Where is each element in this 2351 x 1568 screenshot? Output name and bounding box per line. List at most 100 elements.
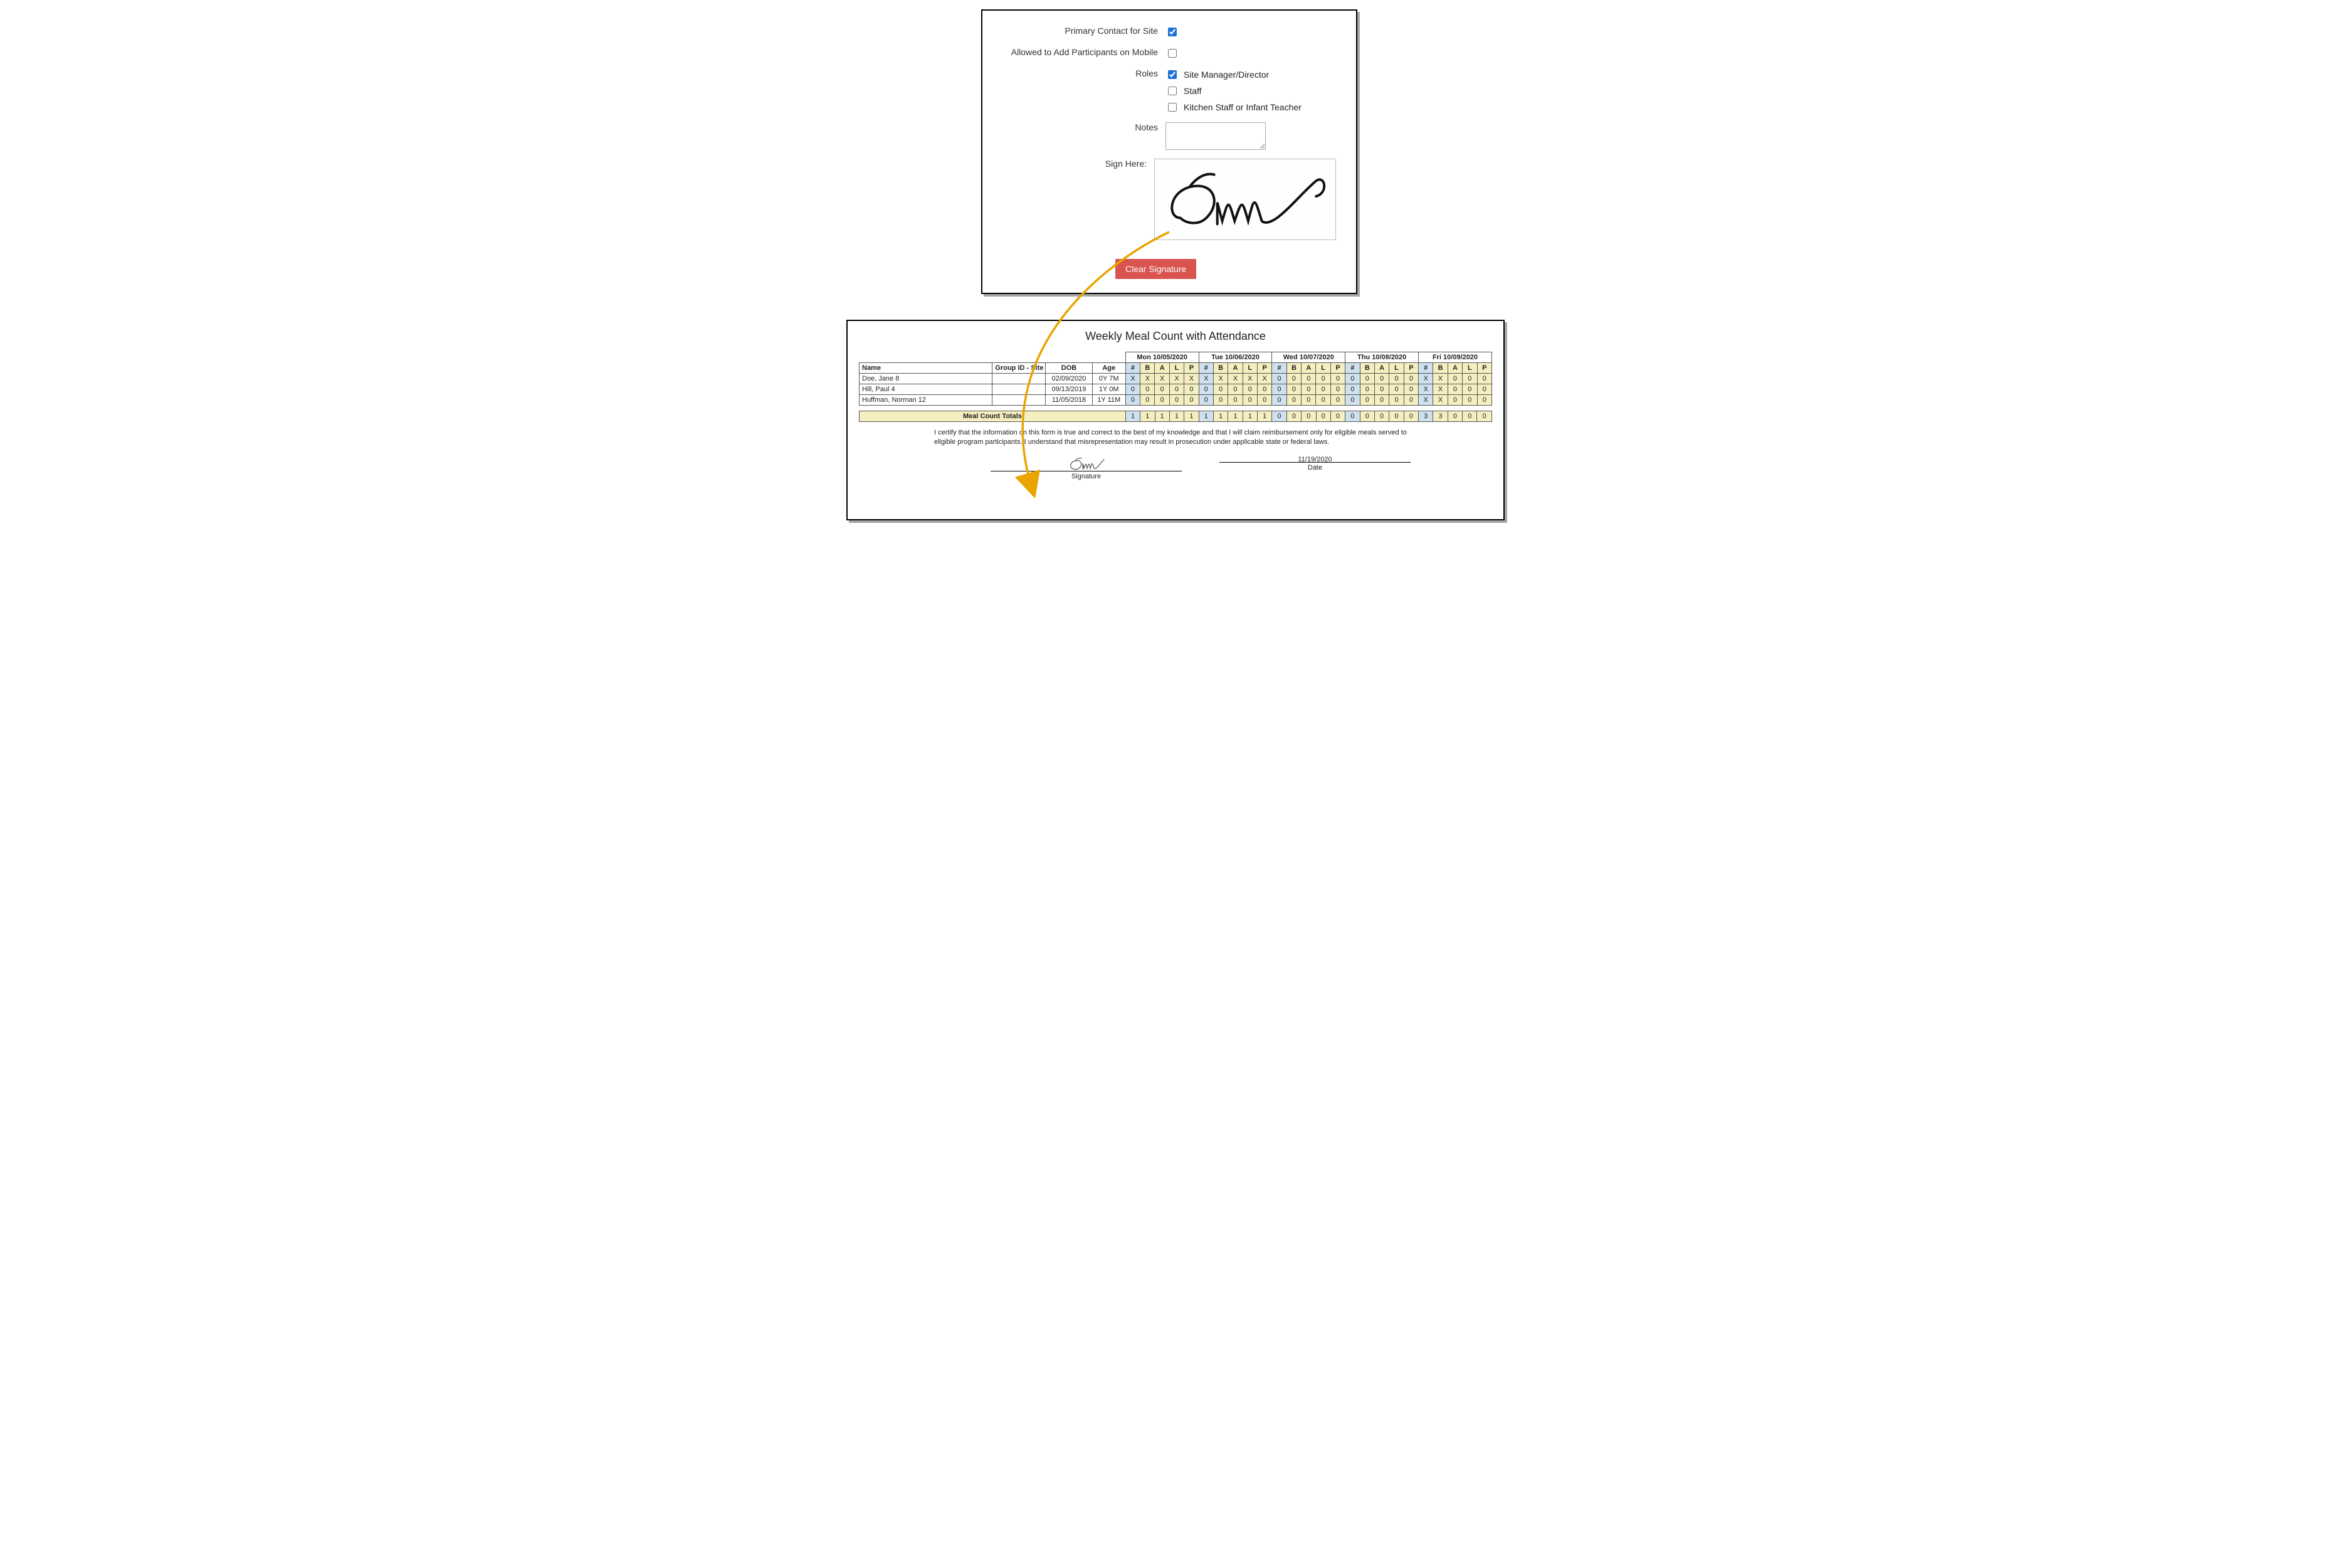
- signature-pad[interactable]: [1154, 159, 1336, 240]
- meal-cell: 0: [1448, 374, 1462, 384]
- slot-header: B: [1286, 363, 1301, 374]
- meal-cell: 0: [1302, 384, 1316, 395]
- name-header: Name: [860, 363, 992, 374]
- totals-cell: 0: [1286, 411, 1301, 422]
- meal-cell: 0: [1463, 395, 1477, 406]
- meal-cell: 0: [1258, 395, 1272, 406]
- row-notes: Notes: [1002, 122, 1336, 150]
- role-label: Staff: [1184, 86, 1202, 96]
- meal-cell: 0: [1286, 384, 1301, 395]
- signature-small-icon: [1068, 456, 1105, 472]
- totals-cell: 3: [1433, 411, 1448, 422]
- signature-icon: [1155, 159, 1335, 239]
- meal-cell: 0: [1330, 374, 1345, 384]
- cell: 11/05/2018: [1046, 395, 1092, 406]
- meal-cell: 0: [1125, 384, 1140, 395]
- meal-cell: X: [1213, 374, 1228, 384]
- report-panel: Weekly Meal Count with Attendance Mon 10…: [846, 320, 1505, 520]
- cell: 0Y 7M: [1092, 374, 1125, 384]
- meal-cell: 0: [1243, 395, 1257, 406]
- group-header: Group ID - Site ID: [992, 363, 1046, 374]
- slot-header: B: [1360, 363, 1374, 374]
- meal-cell: 0: [1140, 384, 1155, 395]
- role-checkbox[interactable]: [1168, 70, 1177, 79]
- meal-cell: 0: [1302, 395, 1316, 406]
- meal-cell: 0: [1345, 384, 1360, 395]
- clear-signature-button[interactable]: Clear Signature: [1115, 259, 1196, 279]
- day-header: Wed 10/07/2020: [1272, 352, 1345, 363]
- slot-header: B: [1213, 363, 1228, 374]
- settings-panel: Primary Contact for Site Allowed to Add …: [981, 9, 1357, 294]
- meal-cell: 0: [1272, 395, 1286, 406]
- date-label: Date: [1219, 462, 1411, 471]
- slot-header: P: [1404, 363, 1418, 374]
- totals-cell: 1: [1228, 411, 1243, 422]
- slot-header: P: [1258, 363, 1272, 374]
- meal-cell: X: [1228, 374, 1243, 384]
- meal-table: Mon 10/05/2020Tue 10/06/2020Wed 10/07/20…: [859, 352, 1492, 406]
- role-label: Kitchen Staff or Infant Teacher: [1184, 102, 1302, 112]
- totals-cell: 1: [1140, 411, 1155, 422]
- meal-cell: 0: [1155, 384, 1169, 395]
- notes-textarea[interactable]: [1165, 122, 1266, 150]
- meal-cell: 0: [1448, 395, 1462, 406]
- meal-cell: 0: [1463, 374, 1477, 384]
- meal-cell: 0: [1316, 384, 1330, 395]
- age-header: Age: [1092, 363, 1125, 374]
- primary-contact-checkbox[interactable]: [1168, 28, 1177, 36]
- meal-cell: 0: [1213, 395, 1228, 406]
- meal-cell: X: [1419, 374, 1433, 384]
- totals-cell: 0: [1316, 411, 1330, 422]
- slot-header: #: [1345, 363, 1360, 374]
- slot-header: P: [1477, 363, 1492, 374]
- totals-cell: 1: [1155, 411, 1169, 422]
- meal-cell: 0: [1477, 384, 1492, 395]
- meal-cell: X: [1184, 374, 1199, 384]
- meal-cell: 0: [1374, 384, 1389, 395]
- slot-header: A: [1155, 363, 1169, 374]
- row-roles: Roles Site Manager/DirectorStaffKitchen …: [1002, 68, 1336, 113]
- meal-cell: 0: [1228, 395, 1243, 406]
- totals-cell: 0: [1477, 411, 1492, 422]
- meal-cell: 0: [1258, 384, 1272, 395]
- meal-cell: 0: [1199, 384, 1213, 395]
- totals-cell: 1: [1169, 411, 1184, 422]
- meal-cell: 0: [1169, 395, 1184, 406]
- slot-header: B: [1140, 363, 1155, 374]
- totals-cell: 1: [1184, 411, 1199, 422]
- row-primary-contact: Primary Contact for Site: [1002, 26, 1336, 38]
- cell: 02/09/2020: [1046, 374, 1092, 384]
- role-checkbox[interactable]: [1168, 103, 1177, 112]
- meal-cell: 0: [1463, 384, 1477, 395]
- slot-header: L: [1389, 363, 1404, 374]
- totals-cell: 1: [1125, 411, 1140, 422]
- signature-date-row: Signature 11/19/2020 Date: [972, 456, 1429, 480]
- cell: 09/13/2019: [1046, 384, 1092, 395]
- meal-cell: 0: [1184, 395, 1199, 406]
- slot-header: P: [1184, 363, 1199, 374]
- row-sign-here: Sign Here:: [1002, 159, 1336, 240]
- meal-cell: 0: [1316, 374, 1330, 384]
- cell: Doe, Jane 8: [860, 374, 992, 384]
- cell: [992, 384, 1046, 395]
- meal-cell: 0: [1228, 384, 1243, 395]
- table-row: Doe, Jane 802/09/20200Y 7MXXXXXXXXXX0000…: [860, 374, 1492, 384]
- slot-header: L: [1243, 363, 1257, 374]
- meal-cell: 0: [1272, 384, 1286, 395]
- primary-contact-label: Primary Contact for Site: [1002, 26, 1165, 38]
- totals-cell: 1: [1199, 411, 1213, 422]
- meal-cell: X: [1125, 374, 1140, 384]
- meal-cell: X: [1433, 395, 1448, 406]
- meal-cell: 0: [1389, 384, 1404, 395]
- meal-cell: X: [1419, 384, 1433, 395]
- meal-cell: X: [1169, 374, 1184, 384]
- meal-cell: X: [1433, 374, 1448, 384]
- meal-cell: 0: [1477, 395, 1492, 406]
- meal-cell: 0: [1302, 374, 1316, 384]
- sign-here-label: Sign Here:: [1002, 159, 1154, 240]
- day-header: Mon 10/05/2020: [1125, 352, 1199, 363]
- meal-cell: X: [1243, 374, 1257, 384]
- role-checkbox[interactable]: [1168, 87, 1177, 95]
- totals-cell: 0: [1345, 411, 1360, 422]
- mobile-checkbox[interactable]: [1168, 49, 1177, 58]
